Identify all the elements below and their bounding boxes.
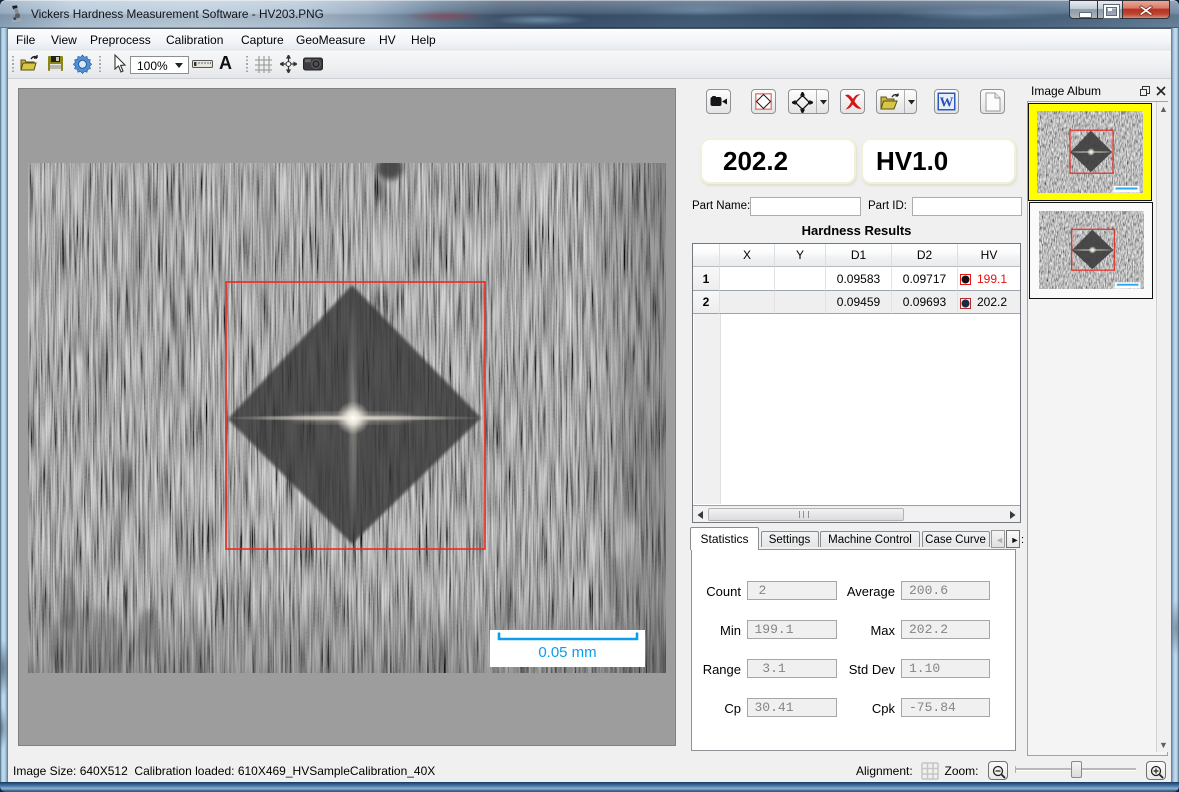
svg-text:W: W [940, 96, 954, 111]
